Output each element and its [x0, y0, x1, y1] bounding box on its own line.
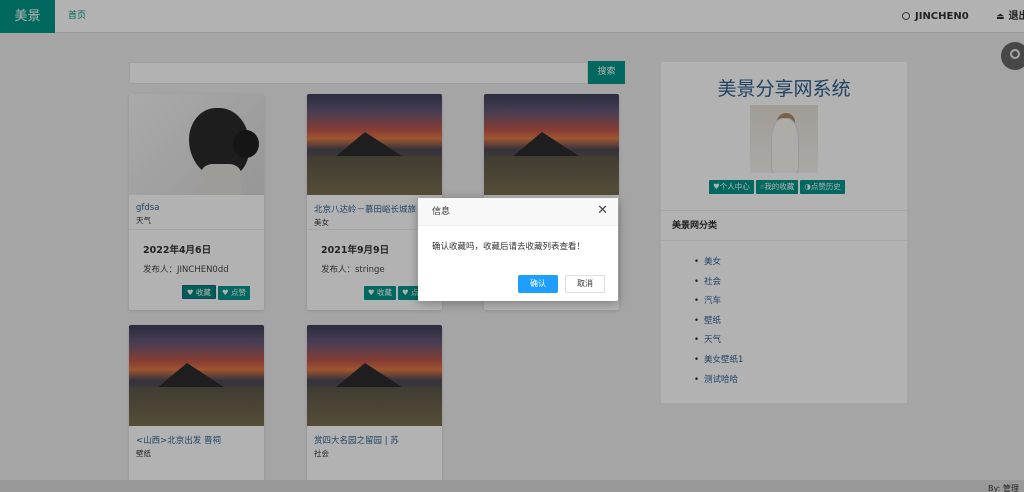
- confirm-dialog: 信息 ✕ 确认收藏吗，收藏后请去收藏列表查看！ 确认 取消: [418, 198, 618, 301]
- close-icon[interactable]: ✕: [597, 204, 608, 218]
- dialog-title: 信息: [418, 198, 618, 226]
- confirm-button[interactable]: 确认: [518, 275, 558, 293]
- dialog-message: 确认收藏吗，收藏后请去收藏列表查看！: [432, 242, 586, 252]
- cancel-button[interactable]: 取消: [565, 275, 605, 293]
